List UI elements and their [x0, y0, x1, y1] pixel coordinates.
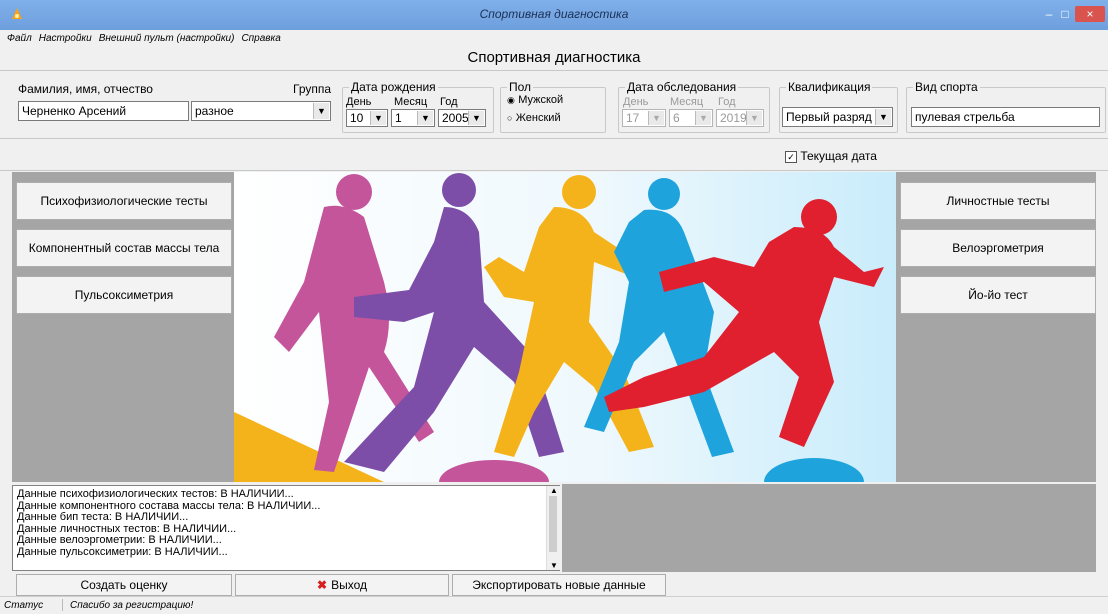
- exam-month-value: 6: [673, 111, 680, 125]
- close-icon: ✖: [317, 578, 328, 592]
- chevron-down-icon: ▼: [313, 103, 329, 119]
- data-status-log[interactable]: Данные психофизиологических тестов: В НА…: [12, 485, 560, 571]
- window-title: Спортивная диагностика: [479, 7, 629, 21]
- divider: [62, 599, 63, 611]
- chevron-down-icon: ▼: [417, 111, 433, 125]
- exam-day-label: День: [623, 96, 649, 108]
- birth-day-value: 10: [350, 111, 364, 125]
- qualification-value: Первый разряд: [786, 110, 872, 124]
- sex-male-label: Мужской: [518, 94, 564, 106]
- status-text: Спасибо за регистрацию!: [70, 600, 194, 611]
- exam-day-value: 17: [626, 111, 640, 125]
- exam-year-select[interactable]: 2019 ▼: [716, 109, 764, 127]
- radio-unchecked-icon: ○: [507, 113, 513, 123]
- log-line: Данные бип теста: В НАЛИЧИИ...: [17, 511, 189, 523]
- log-scrollbar[interactable]: ▲ ▼: [546, 486, 560, 570]
- chevron-down-icon: ▼: [875, 109, 891, 125]
- sport-field[interactable]: пулевая стрельба: [911, 107, 1100, 127]
- exam-day-select[interactable]: 17 ▼: [622, 109, 666, 127]
- menu-settings[interactable]: Настройки: [39, 33, 92, 44]
- birth-day-label: День: [346, 96, 372, 108]
- sex-female-radio[interactable]: ○ Женский: [507, 110, 561, 124]
- group-select-value: разное: [195, 104, 234, 118]
- current-date-checkbox[interactable]: ✓ Текущая дата: [785, 149, 877, 163]
- scroll-thumb[interactable]: [549, 496, 557, 552]
- qualification-title: Квалификация: [786, 80, 873, 94]
- sex-female-label: Женский: [515, 112, 561, 124]
- status-bar: Статус Спасибо за регистрацию!: [0, 596, 1108, 614]
- personality-tests-button[interactable]: Личностные тесты: [900, 182, 1096, 220]
- scroll-up-icon[interactable]: ▲: [550, 486, 558, 495]
- menu-help[interactable]: Справка: [241, 33, 280, 44]
- chevron-down-icon: ▼: [370, 111, 386, 125]
- birth-day-select[interactable]: 10 ▼: [346, 109, 388, 127]
- menu-remote-settings[interactable]: Внешний пульт (настройки): [99, 33, 235, 44]
- name-field[interactable]: Черненко Арсений: [18, 101, 189, 121]
- sport-title: Вид спорта: [913, 80, 980, 94]
- group-select[interactable]: разное ▼: [191, 101, 331, 121]
- scroll-down-icon[interactable]: ▼: [550, 561, 558, 570]
- birth-month-label: Месяц: [394, 96, 428, 108]
- birth-year-value: 2005: [442, 111, 469, 125]
- group-label: Группа: [293, 82, 332, 96]
- chevron-down-icon: ▼: [695, 111, 711, 125]
- minimize-button[interactable]: –: [1042, 6, 1056, 22]
- radio-checked-icon: ◉: [507, 95, 515, 105]
- psychophysiological-tests-button[interactable]: Психофизиологические тесты: [16, 182, 232, 220]
- chevron-down-icon: ▼: [648, 111, 664, 125]
- log-line: Данные велоэргометрии: В НАЛИЧИИ...: [17, 534, 222, 546]
- checkbox-checked-icon: ✓: [785, 150, 797, 163]
- divider: [0, 138, 1108, 139]
- body-composition-button[interactable]: Компонентный состав массы тела: [16, 229, 232, 267]
- close-button[interactable]: ×: [1075, 6, 1105, 22]
- birth-month-value: 1: [395, 111, 402, 125]
- chevron-down-icon: ▼: [468, 111, 484, 125]
- exam-year-label: Год: [718, 96, 736, 108]
- divider: [0, 70, 1108, 71]
- sex-male-radio[interactable]: ◉ Мужской: [507, 92, 563, 106]
- name-label: Фамилия, имя, отчество: [18, 82, 153, 96]
- chevron-down-icon: ▼: [746, 111, 762, 125]
- exit-button[interactable]: ✖ Выход: [235, 574, 449, 596]
- divider: [0, 170, 1108, 171]
- log-line: Данные пульсоксиметрии: В НАЛИЧИИ...: [17, 545, 228, 558]
- pulse-oximetry-button[interactable]: Пульсоксиметрия: [16, 276, 232, 314]
- create-assessment-button[interactable]: Создать оценку: [16, 574, 232, 596]
- birth-year-label: Год: [440, 96, 458, 108]
- status-label: Статус: [4, 600, 44, 611]
- birth-month-select[interactable]: 1 ▼: [391, 109, 435, 127]
- ergometry-button[interactable]: Велоэргометрия: [900, 229, 1096, 267]
- yo-yo-test-button[interactable]: Йо-йо тест: [900, 276, 1096, 314]
- birth-date-title: Дата рождения: [349, 80, 438, 94]
- menu-file[interactable]: Файл: [7, 33, 32, 44]
- exam-month-label: Месяц: [670, 96, 704, 108]
- runners-illustration: [234, 172, 896, 482]
- menu-bar: Файл Настройки Внешний пульт (настройки) Сп…: [0, 30, 1108, 48]
- maximize-button[interactable]: □: [1058, 6, 1072, 22]
- export-data-button[interactable]: Экспортировать новые данные: [452, 574, 666, 596]
- exam-year-value: 2019: [720, 111, 747, 125]
- birth-year-select[interactable]: 2005 ▼: [438, 109, 486, 127]
- qualification-select[interactable]: Первый разряд ▼: [782, 107, 893, 127]
- exam-date-title: Дата обследования: [625, 80, 739, 94]
- exam-month-select[interactable]: 6 ▼: [669, 109, 713, 127]
- log-line: Данные психофизиологических тестов: В НА…: [17, 488, 294, 500]
- current-date-label: Текущая дата: [800, 149, 877, 163]
- title-bar: Спортивная диагностика – □ ×: [0, 0, 1108, 30]
- bottom-gray-panel: [562, 484, 1096, 572]
- exit-button-label: Выход: [331, 578, 367, 592]
- page-title: Спортивная диагностика: [467, 49, 641, 66]
